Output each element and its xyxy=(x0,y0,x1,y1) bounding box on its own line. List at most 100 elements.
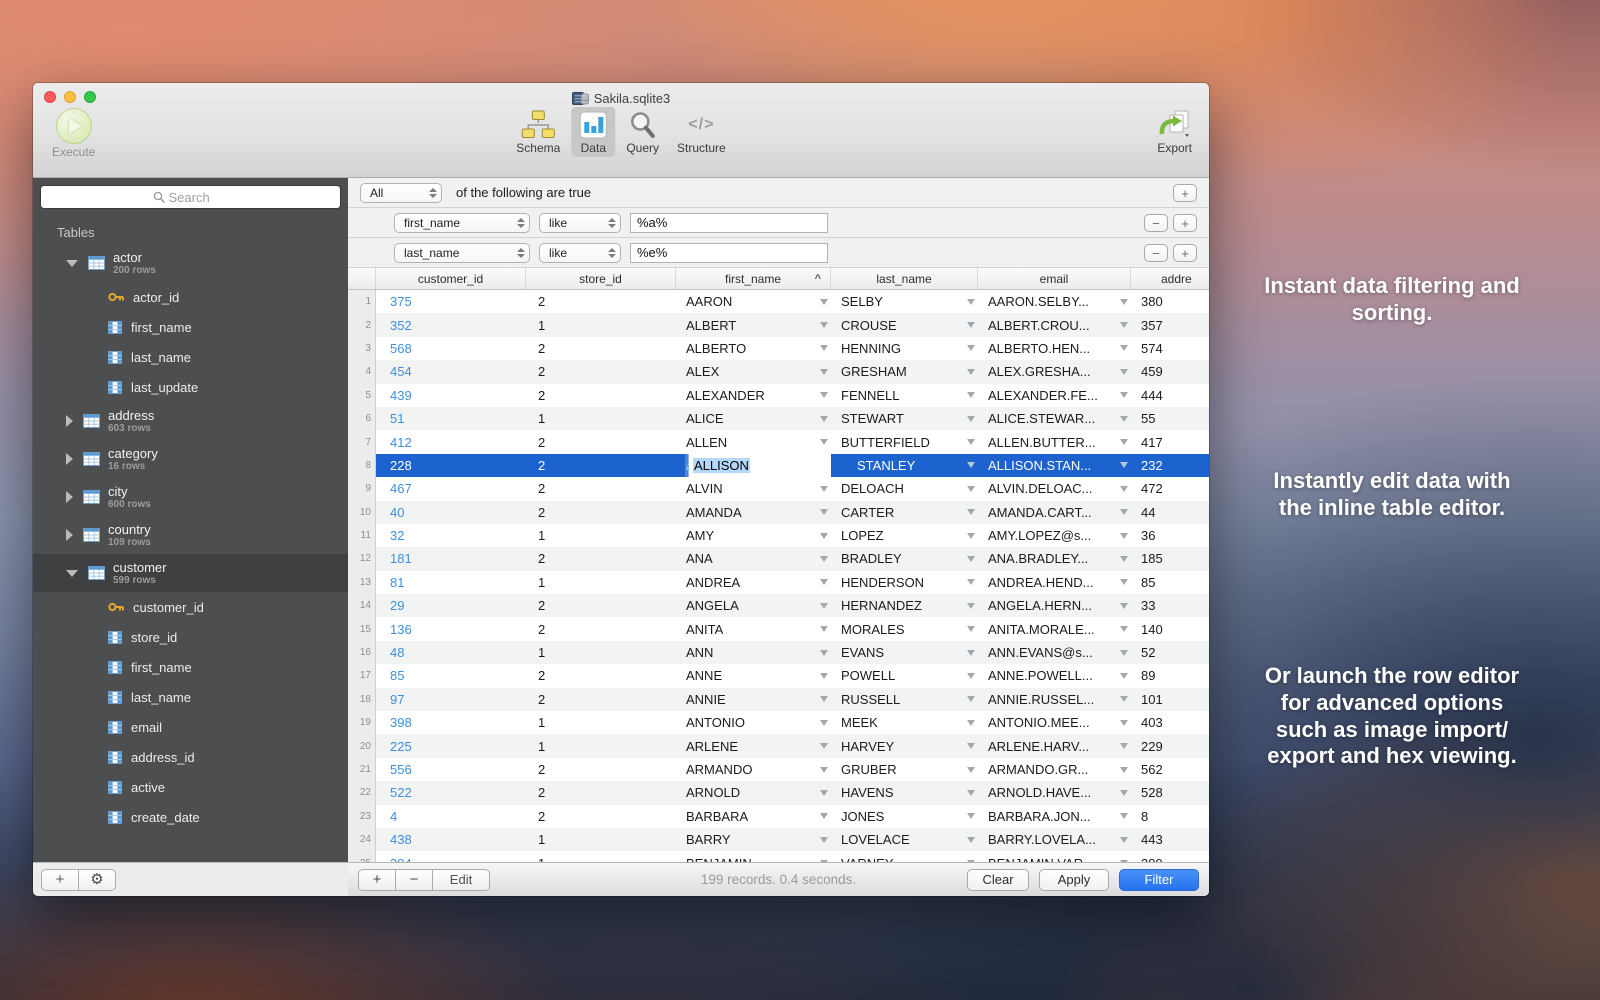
cell-email[interactable]: ARNOLD.HAVE... xyxy=(978,781,1131,804)
add-rule-button[interactable]: + xyxy=(1173,214,1197,232)
cell-dropdown-icon[interactable] xyxy=(1120,369,1128,375)
cell-dropdown-icon[interactable] xyxy=(967,767,975,773)
table-row[interactable]: 17 85 2 ANNE POWELL ANNE.POWELL... 89 xyxy=(348,664,1209,687)
cell-dropdown-icon[interactable] xyxy=(967,509,975,515)
cell-dropdown-icon[interactable] xyxy=(820,345,828,351)
cell-dropdown-icon[interactable] xyxy=(1120,486,1128,492)
clear-button[interactable]: Clear xyxy=(967,869,1029,891)
cell-customer-id[interactable]: 97 xyxy=(376,688,526,711)
table-row[interactable]: 3 568 2 ALBERTO HENNING ALBERTO.HEN... 5… xyxy=(348,337,1209,360)
cell-dropdown-icon[interactable] xyxy=(967,673,975,679)
cell-dropdown-icon[interactable] xyxy=(820,696,828,702)
cell-dropdown-icon[interactable] xyxy=(1120,720,1128,726)
remove-rule-button[interactable]: − xyxy=(1144,214,1168,232)
column-header-first-name[interactable]: first_name ^ xyxy=(676,268,831,289)
data-button[interactable]: Data xyxy=(571,107,615,157)
cell-email[interactable]: ANNE.POWELL... xyxy=(978,664,1131,687)
cell-email[interactable]: AMANDA.CART... xyxy=(978,501,1131,524)
table-row[interactable]: 22 522 2 ARNOLD HAVENS ARNOLD.HAVE... 52… xyxy=(348,781,1209,804)
cell-dropdown-icon[interactable] xyxy=(967,696,975,702)
cell-dropdown-icon[interactable] xyxy=(820,603,828,609)
sidebar-search[interactable] xyxy=(40,185,341,209)
execute-button[interactable]: Execute xyxy=(45,105,102,161)
cell-last-name[interactable]: SELBY xyxy=(831,290,978,313)
sidebar-table-item[interactable]: customer 599 rows xyxy=(33,554,348,592)
disclosure-triangle-icon[interactable] xyxy=(66,453,73,465)
cell-email[interactable]: AARON.SELBY... xyxy=(978,290,1131,313)
titlebar[interactable]: Sakila.sqlite3 Execute Sch xyxy=(33,83,1209,178)
cell-last-name[interactable]: FENNELL xyxy=(831,384,978,407)
cell-last-name[interactable]: DELOACH xyxy=(831,477,978,500)
column-header-address-id[interactable]: addre xyxy=(1131,268,1209,289)
cell-store-id[interactable]: 2 xyxy=(526,454,676,477)
cell-last-name[interactable]: LOPEZ xyxy=(831,524,978,547)
cell-dropdown-icon[interactable] xyxy=(1120,439,1128,445)
cell-last-name[interactable]: MEEK xyxy=(831,711,978,734)
cell-email[interactable]: ANDREA.HEND... xyxy=(978,571,1131,594)
cell-first-name[interactable]: ARMANDO xyxy=(676,758,831,781)
cell-store-id[interactable]: 1 xyxy=(526,828,676,851)
cell-dropdown-icon[interactable] xyxy=(967,369,975,375)
column-header-email[interactable]: email xyxy=(978,268,1131,289)
cell-dropdown-icon[interactable] xyxy=(967,322,975,328)
cell-last-name[interactable]: EVANS xyxy=(831,641,978,664)
cell-dropdown-icon[interactable] xyxy=(820,322,828,328)
field-dropdown[interactable]: first_name xyxy=(394,213,530,233)
cell-customer-id[interactable]: 4 xyxy=(376,805,526,828)
cell-email[interactable]: ARMANDO.GR... xyxy=(978,758,1131,781)
column-header-customer-id[interactable]: customer_id xyxy=(376,268,526,289)
cell-customer-id[interactable]: 375 xyxy=(376,290,526,313)
cell-dropdown-icon[interactable] xyxy=(967,439,975,445)
table-row[interactable]: 21 556 2 ARMANDO GRUBER ARMANDO.GR... 56… xyxy=(348,758,1209,781)
cell-dropdown-icon[interactable] xyxy=(820,299,828,305)
sidebar-column-item[interactable]: create_date xyxy=(33,802,348,832)
cell-email[interactable]: ALVIN.DELOAC... xyxy=(978,477,1131,500)
cell-dropdown-icon[interactable] xyxy=(1120,696,1128,702)
cell-store-id[interactable]: 2 xyxy=(526,430,676,453)
cell-customer-id[interactable]: 439 xyxy=(376,384,526,407)
add-rule-button[interactable]: + xyxy=(1173,184,1197,202)
cell-dropdown-icon[interactable] xyxy=(1120,462,1128,468)
cell-dropdown-icon[interactable] xyxy=(820,837,828,843)
cell-store-id[interactable]: 2 xyxy=(526,688,676,711)
schema-button[interactable]: Schema xyxy=(509,107,567,157)
cell-address-id[interactable]: 357 xyxy=(1131,313,1209,336)
cell-address-id[interactable]: 85 xyxy=(1131,571,1209,594)
cell-customer-id[interactable]: 85 xyxy=(376,664,526,687)
cell-dropdown-icon[interactable] xyxy=(820,743,828,749)
cell-store-id[interactable]: 2 xyxy=(526,290,676,313)
cell-dropdown-icon[interactable] xyxy=(1120,813,1128,819)
table-row[interactable]: 15 136 2 ANITA MORALES ANITA.MORALE... 1… xyxy=(348,617,1209,640)
cell-first-name[interactable]: ALEX xyxy=(676,360,831,383)
cell-dropdown-icon[interactable] xyxy=(1120,509,1128,515)
cell-dropdown-icon[interactable] xyxy=(967,603,975,609)
sidebar-table-item[interactable]: category 16 rows xyxy=(33,440,348,478)
table-row[interactable]: 9 467 2 ALVIN DELOACH ALVIN.DELOAC... 47… xyxy=(348,477,1209,500)
cell-email[interactable]: ALLISON.STAN... xyxy=(978,454,1131,477)
cell-store-id[interactable]: 2 xyxy=(526,664,676,687)
cell-customer-id[interactable]: 398 xyxy=(376,711,526,734)
sidebar-column-item[interactable]: first_name xyxy=(33,312,348,342)
sidebar-column-item[interactable]: actor_id xyxy=(33,282,348,312)
disclosure-triangle-icon[interactable] xyxy=(66,415,73,427)
table-row[interactable]: 8 228 2 ALLISON ALLISON STANLEY ALLISON.… xyxy=(348,454,1209,477)
cell-dropdown-icon[interactable] xyxy=(1120,392,1128,398)
table-row[interactable]: 11 32 1 AMY LOPEZ AMY.LOPEZ@s... 36 xyxy=(348,524,1209,547)
cell-dropdown-icon[interactable] xyxy=(820,650,828,656)
sidebar-column-item[interactable]: last_name xyxy=(33,342,348,372)
cell-customer-id[interactable]: 32 xyxy=(376,524,526,547)
cell-store-id[interactable]: 2 xyxy=(526,384,676,407)
cell-dropdown-icon[interactable] xyxy=(1120,837,1128,843)
cell-dropdown-icon[interactable] xyxy=(967,813,975,819)
cell-dropdown-icon[interactable] xyxy=(967,626,975,632)
table-row[interactable]: 7 412 2 ALLEN BUTTERFIELD ALLEN.BUTTER..… xyxy=(348,430,1209,453)
cell-last-name[interactable]: LOVELACE xyxy=(831,828,978,851)
cell-store-id[interactable]: 2 xyxy=(526,337,676,360)
search-input[interactable] xyxy=(169,190,229,205)
cell-address-id[interactable]: 389 xyxy=(1131,851,1209,862)
cell-dropdown-icon[interactable] xyxy=(820,392,828,398)
cell-address-id[interactable]: 33 xyxy=(1131,594,1209,617)
cell-store-id[interactable]: 2 xyxy=(526,501,676,524)
cell-first-name[interactable]: AMY xyxy=(676,524,831,547)
cell-last-name[interactable]: RUSSELL xyxy=(831,688,978,711)
